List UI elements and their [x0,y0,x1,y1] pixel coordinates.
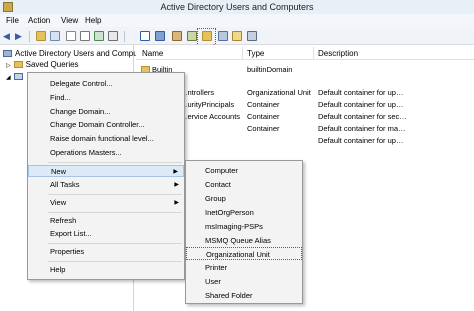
row-description: Default container for up… [318,100,404,109]
up-icon[interactable] [36,31,46,41]
menu-divider [48,261,182,262]
new-user-icon[interactable] [172,31,182,41]
menu-item-help[interactable]: Help [28,264,184,276]
refresh-icon[interactable] [94,31,104,41]
help-icon[interactable] [140,31,150,41]
console-icon[interactable] [155,31,165,41]
copy-icon[interactable] [66,31,76,41]
submenu-arrow-icon: ▶ [173,169,178,175]
row-type: Container [247,100,280,109]
ad-root-icon [3,50,12,58]
menu-help[interactable]: Help [85,16,101,25]
submenu-item-inetorgperson[interactable]: InetOrgPerson [186,206,302,219]
submenu-item-organizational-unit[interactable]: Organizational Unit [186,247,302,260]
toolbar-separator [29,31,30,42]
menu-item-all-tasks[interactable]: All Tasks ▶ [28,179,184,191]
row-type: Container [247,112,280,121]
submenu-item-user[interactable]: User [186,275,302,288]
submenu-item-printer[interactable]: Printer [186,261,302,274]
column-header-type[interactable]: Type [247,49,264,58]
submenu-item-group[interactable]: Group [186,192,302,205]
toolbar-separator [124,31,125,42]
menu-item-delegate-control[interactable]: Delegate Control... [28,78,184,90]
menu-item-raise-functional-level[interactable]: Raise domain functional level... [28,133,184,145]
menu-item-export-list[interactable]: Export List... [28,228,184,240]
row-description: Default container for up… [318,88,404,97]
submenu-item-msmq-queue-alias[interactable]: MSMQ Queue Alias [186,234,302,247]
row-name[interactable]: …urityPrincipals [180,100,234,109]
back-icon[interactable]: ◀ [3,31,13,41]
menu-item-operations-masters[interactable]: Operations Masters... [28,147,184,159]
submenu-arrow-icon: ▶ [174,200,179,206]
row-description: Default container for sec… [318,112,407,121]
expand-arrow-icon[interactable]: ▷ [6,63,11,69]
row-name[interactable]: …ntrollers [180,88,214,97]
menu-bar: File Action View Help [0,14,474,27]
row-type: Organizational Unit [247,88,311,97]
menu-file[interactable]: File [6,16,19,25]
new-group-icon[interactable] [187,31,197,41]
submenu-arrow-icon: ▶ [174,182,179,188]
tree-item-saved-queries[interactable]: ▷ Saved Queries [6,60,79,69]
properties-icon[interactable] [80,31,90,41]
submenu-item-contact[interactable]: Contact [186,178,302,191]
folder-icon [13,61,23,69]
tree-root[interactable]: Active Directory Users and Comput [3,49,140,58]
domain-icon [13,73,23,81]
tree-item-domain[interactable]: ◢ [6,72,26,81]
menu-action[interactable]: Action [28,16,50,25]
title-bar: Active Directory Users and Computers [0,0,474,14]
filter-icon[interactable] [218,31,228,41]
column-header-name[interactable]: Name [142,49,163,58]
submenu-item-computer[interactable]: Computer [186,164,302,177]
submenu-item-shared-folder[interactable]: Shared Folder [186,289,302,302]
export-icon[interactable] [108,31,118,41]
row-description: Default container for ma… [318,124,406,133]
window-title: Active Directory Users and Computers [160,2,314,12]
add-to-group-icon[interactable] [247,31,257,41]
row-type: builtinDomain [247,65,293,74]
row-type: Container [247,124,280,133]
menu-item-change-domain-controller[interactable]: Change Domain Controller... [28,119,184,131]
header-divider [136,59,474,60]
menu-view[interactable]: View [61,16,78,25]
menu-divider [48,194,182,195]
forward-icon[interactable]: ▶ [15,31,25,41]
submenu-item-msimaging-psps[interactable]: msImaging-PSPs [186,220,302,233]
column-header-description[interactable]: Description [318,49,358,58]
menu-item-properties[interactable]: Properties [28,246,184,258]
menu-item-find[interactable]: Find... [28,92,184,104]
row-description: Default container for up… [318,136,404,145]
menu-item-refresh[interactable]: Refresh [28,215,184,227]
find-icon[interactable] [232,31,242,41]
menu-divider [48,162,182,163]
console-tree-icon[interactable] [50,31,60,41]
toolbar: ◀ ▶ [0,27,474,45]
context-menu: Delegate Control... Find... Change Domai… [27,72,185,280]
menu-divider [48,243,182,244]
new-submenu: Computer Contact Group InetOrgPerson msI… [185,160,303,304]
collapse-arrow-icon[interactable]: ◢ [6,75,11,81]
row-name[interactable]: …ervice Accounts [180,112,240,121]
menu-item-new[interactable]: New ▶ [28,165,184,177]
menu-item-view[interactable]: View ▶ [28,197,184,209]
menu-item-change-domain[interactable]: Change Domain... [28,106,184,118]
menu-divider [48,212,182,213]
